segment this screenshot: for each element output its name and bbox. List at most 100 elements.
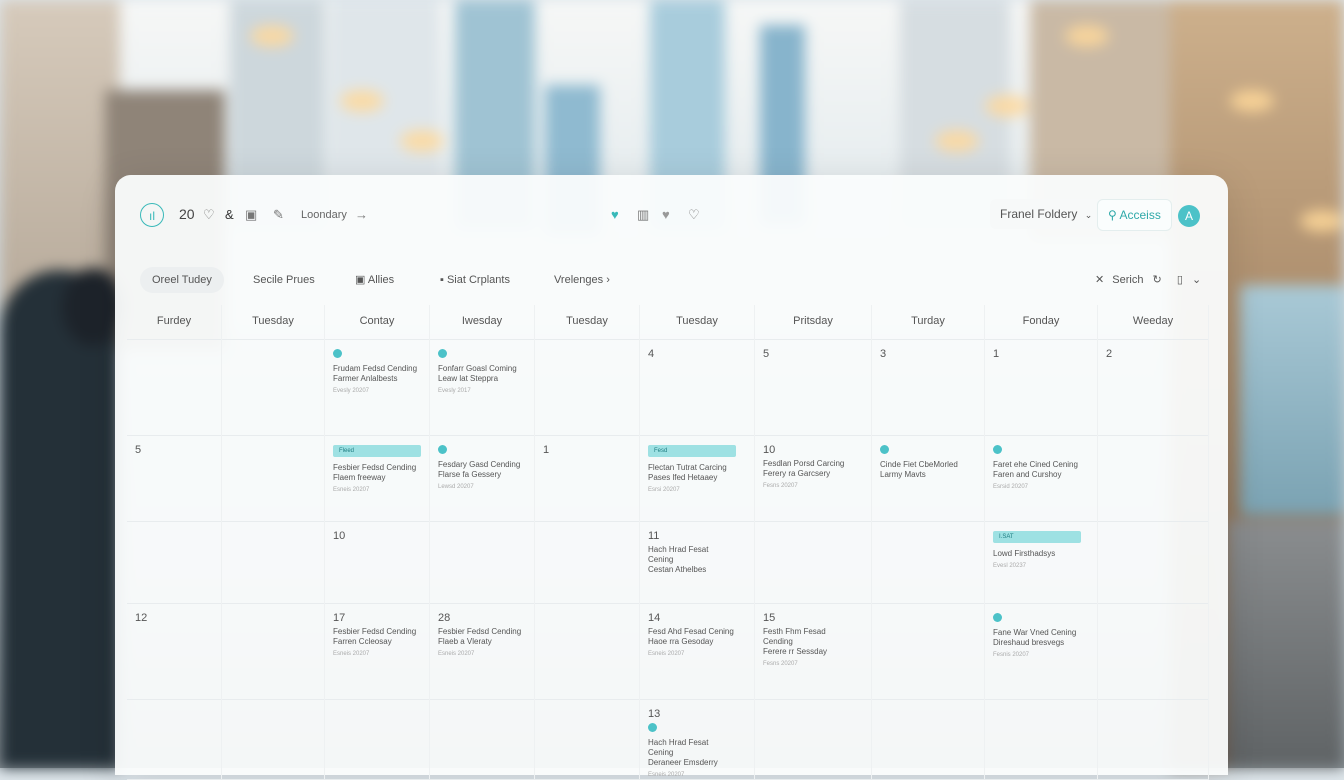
- day-number: 17: [333, 612, 346, 624]
- filter-chip-today[interactable]: Oreel Tudey: [140, 267, 224, 293]
- event-meta: Esneis 20207: [648, 651, 685, 657]
- refresh-icon[interactable]: ↻: [1153, 274, 1162, 286]
- calendar-event[interactable]: Fesd Flectan Tutrat Carcing Pases lfed Het…: [648, 445, 736, 495]
- calendar-day-cell[interactable]: 5: [127, 435, 222, 521]
- calendar-event[interactable]: Faret ehe Cined Cening Faren and Curshoy E…: [993, 445, 1081, 492]
- calendar-day-cell[interactable]: Fesd Flectan Tutrat Carcing Pases lfed Het…: [640, 435, 755, 521]
- heart-icon[interactable]: ♥: [662, 207, 670, 223]
- heart-filled-icon[interactable]: ♥: [611, 207, 619, 223]
- search-area[interactable]: ✕ Serich ↻ ▯ ⌄: [1095, 273, 1201, 286]
- calendar-day-cell[interactable]: [985, 699, 1098, 779]
- calendar-event[interactable]: Fesd Ahd Fesad Cening Haoe rra Gesoday Esn…: [648, 627, 736, 659]
- calendar-day-cell[interactable]: [755, 699, 872, 779]
- layout-icon[interactable]: ▯: [1177, 274, 1183, 286]
- calendar-day-cell[interactable]: Cinde Fiet CbeMorled Larmy Mavts: [872, 435, 985, 521]
- event-title: Hach Hrad Fesat Cening: [648, 545, 709, 564]
- current-date[interactable]: 20: [179, 206, 195, 222]
- calendar-day-cell[interactable]: Fleed Fesbier Fedsd Cending Flaem freeway E…: [325, 435, 430, 521]
- calendar-day-cell[interactable]: [535, 603, 640, 699]
- event-title: Cestan Athelbes: [648, 565, 707, 574]
- calendar-day-cell[interactable]: [1098, 699, 1209, 779]
- calendar-day-cell[interactable]: I.SAT Lowd Firsthadsys Evesl 20237: [985, 521, 1098, 603]
- chevron-down-icon[interactable]: ⌄: [1192, 274, 1201, 286]
- calendar-event[interactable]: Hach Hrad Fesat Cening Cestan Athelbes: [648, 545, 736, 575]
- calendar-day-cell[interactable]: [430, 699, 535, 779]
- calendar-event[interactable]: I.SAT Lowd Firsthadsys Evesl 20237: [993, 531, 1081, 571]
- filter-chip-schedule[interactable]: Secile Prues: [241, 267, 327, 293]
- ampersand-icon[interactable]: &: [225, 207, 234, 223]
- calendar-day-cell[interactable]: Faret ehe Cined Cening Faren and Curshoy E…: [985, 435, 1098, 521]
- calendar-day-cell[interactable]: 28 Fesbier Fedsd Cending Flaeb a Vleraty Es…: [430, 603, 535, 699]
- calendar-day-cell[interactable]: [222, 699, 325, 779]
- calendar-day-cell[interactable]: [1098, 435, 1209, 521]
- arrow-right-icon[interactable]: →: [355, 207, 368, 223]
- filter-chip-allies[interactable]: ▣ Allies: [343, 267, 406, 293]
- calendar-day-cell[interactable]: [222, 603, 325, 699]
- calendar-day-cell[interactable]: 13 Hach Hrad Fesat Cening Deraneer Emsderr…: [640, 699, 755, 779]
- app-logo-icon[interactable]: ıl: [140, 203, 164, 227]
- calendar-day-cell[interactable]: [430, 521, 535, 603]
- calendar-event[interactable]: Fane War Vned Cening Direshaud bresvegs Fe…: [993, 613, 1081, 660]
- calendar-day-cell[interactable]: [535, 339, 640, 435]
- calendar-event[interactable]: Fesdary Gasd Cending Flarse fa Gessery Lew…: [438, 445, 526, 492]
- calendar-day-cell[interactable]: 14 Fesd Ahd Fesad Cening Haoe rra Gesoday E…: [640, 603, 755, 699]
- calendar-day-cell[interactable]: [1098, 521, 1209, 603]
- filter-chip-plants[interactable]: ▪ Siat Crplants: [428, 267, 522, 293]
- event-meta: Esneis 20207: [648, 772, 685, 778]
- calendar-day-cell[interactable]: 5: [755, 339, 872, 435]
- calendar-day-cell[interactable]: Frudam Fedsd Cending Farmer Anlalbests Eve…: [325, 339, 430, 435]
- filter-chip-challenges[interactable]: Vrelenges ›: [542, 267, 622, 293]
- calendar-name[interactable]: Loondary: [301, 209, 347, 221]
- calendar-event[interactable]: Cinde Fiet CbeMorled Larmy Mavts: [880, 445, 968, 480]
- event-meta: Esrsi 20207: [648, 487, 680, 493]
- calendar-day-cell[interactable]: [535, 699, 640, 779]
- calendar-day-cell[interactable]: 2: [1098, 339, 1209, 435]
- calendar-day-cell[interactable]: [222, 521, 325, 603]
- close-icon[interactable]: ✕: [1095, 274, 1104, 286]
- calendar-event[interactable]: Fleed Fesbier Fedsd Cending Flaem freeway E…: [333, 445, 421, 495]
- pencil-icon[interactable]: ✎: [273, 207, 284, 223]
- calendar-day-cell[interactable]: [127, 339, 222, 435]
- family-select[interactable]: Franel Foldery ⌄: [990, 199, 1103, 229]
- calendar-event[interactable]: Fesdlan Porsd Carcing Ferery ra Garcsery F…: [763, 459, 851, 491]
- avatar[interactable]: A: [1178, 205, 1200, 227]
- calendar-day-cell[interactable]: 10: [325, 521, 430, 603]
- calendar-day-cell[interactable]: 1: [985, 339, 1098, 435]
- calendar-day-cell[interactable]: 15 Festh Fhm Fesad Cending Ferere rr Sessd…: [755, 603, 872, 699]
- calendar-event[interactable]: Fesbier Fedsd Cending Farren Ccleosay Esne…: [333, 627, 421, 659]
- calendar-day-cell[interactable]: [222, 339, 325, 435]
- calendar-day-cell[interactable]: [1098, 603, 1209, 699]
- calendar-day-cell[interactable]: Fane War Vned Cening Direshaud bresvegs Fe…: [985, 603, 1098, 699]
- calendar-day-cell[interactable]: [127, 521, 222, 603]
- calendar-icon[interactable]: ▣: [245, 207, 257, 223]
- calendar-day-cell[interactable]: 10 Fesdlan Porsd Carcing Ferery ra Garcser…: [755, 435, 872, 521]
- calendar-day-cell[interactable]: 4: [640, 339, 755, 435]
- heart-outline-icon[interactable]: ♡: [688, 207, 700, 223]
- calendar-event[interactable]: Fesbier Fedsd Cending Flaeb a Vleraty Esne…: [438, 627, 526, 659]
- calendar-day-cell[interactable]: 11 Hach Hrad Fesat Cening Cestan Athelbes: [640, 521, 755, 603]
- calendar-day-cell[interactable]: [872, 521, 985, 603]
- heart-icon[interactable]: ♡: [203, 207, 215, 223]
- calendar-day-cell[interactable]: [222, 435, 325, 521]
- calendar-event[interactable]: Fonfarr Goasl Coming Leaw lat Steppra Eves…: [438, 349, 526, 396]
- calendar-day-cell[interactable]: [755, 521, 872, 603]
- grid-icon[interactable]: ▥: [637, 207, 649, 223]
- calendar-day-cell[interactable]: [127, 699, 222, 779]
- calendar-day-cell[interactable]: Fonfarr Goasl Coming Leaw lat Steppra Eves…: [430, 339, 535, 435]
- calendar-day-cell[interactable]: 1: [535, 435, 640, 521]
- calendar-event[interactable]: Hach Hrad Fesat Cening Deraneer Emsderry E…: [648, 723, 736, 780]
- calendar-day-cell[interactable]: 17 Fesbier Fedsd Cending Farren Ccleosay Es…: [325, 603, 430, 699]
- filter-chip-label: Siat Crplants: [446, 274, 510, 286]
- event-meta: Evesly 20207: [333, 388, 370, 394]
- calendar-day-cell[interactable]: 3: [872, 339, 985, 435]
- calendar-day-cell[interactable]: [872, 603, 985, 699]
- calendar-day-cell[interactable]: [535, 521, 640, 603]
- filter-chip-label: Allies: [367, 274, 395, 286]
- calendar-day-cell[interactable]: [872, 699, 985, 779]
- calendar-event[interactable]: Festh Fhm Fesad Cending Ferere rr Sessday…: [763, 627, 851, 669]
- calendar-day-cell[interactable]: 12: [127, 603, 222, 699]
- calendar-day-cell[interactable]: [325, 699, 430, 779]
- calendar-day-cell[interactable]: Fesdary Gasd Cending Flarse fa Gessery Lew…: [430, 435, 535, 521]
- calendar-event[interactable]: Frudam Fedsd Cending Farmer Anlalbests Eve…: [333, 349, 421, 396]
- access-button[interactable]: ⚲ Acceiss: [1097, 199, 1172, 231]
